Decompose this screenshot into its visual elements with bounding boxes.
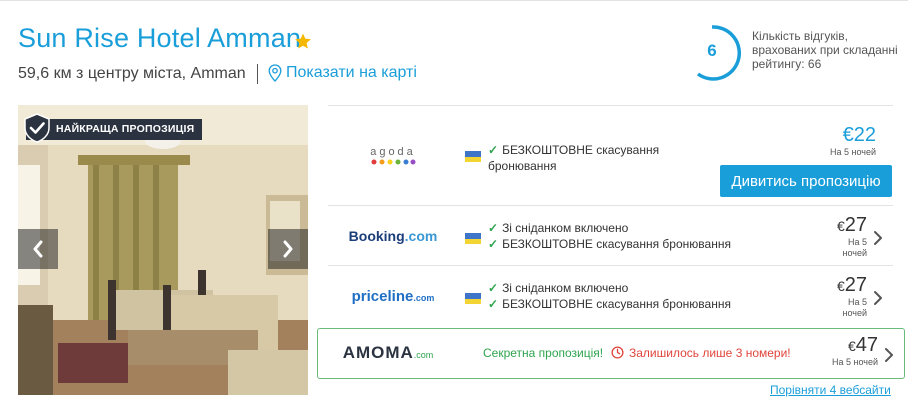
check-icon: ✓ — [488, 221, 499, 235]
show-on-map-link[interactable]: Показати на карті — [268, 64, 417, 82]
clock-icon — [611, 346, 624, 359]
rating-score: 6 — [707, 41, 717, 60]
hotel-card: Sun Rise Hotel Amman 59,6 км з центру мі… — [0, 0, 908, 413]
amoma-logo: AMOMA.com — [342, 343, 434, 362]
feature-free-cancellation: БЕЗКОШТОВНЕ скасування бронювання — [488, 143, 660, 173]
offer-row-amoma[interactable]: AMOMA.com Секретна пропозиція! Залишилос… — [317, 328, 905, 379]
view-offer-button[interactable]: Дивитись пропозицію — [720, 165, 892, 197]
secret-offer-label: Секретна пропозиція! — [483, 346, 604, 360]
price-nights: На 5 — [847, 237, 867, 247]
price-currency: € — [847, 338, 856, 354]
check-icon: ✓ — [488, 281, 499, 295]
offer-row-priceline[interactable]: priceline.com ✓ Зі сніданком включено ✓ БЕ… — [328, 265, 893, 325]
chevron-right-icon[interactable] — [873, 230, 883, 246]
hotel-name[interactable]: Sun Rise Hotel Amman — [18, 23, 301, 54]
price-currency: € — [836, 218, 845, 234]
chevron-right-icon[interactable] — [884, 347, 894, 363]
hotel-photo[interactable] — [18, 105, 308, 395]
map-link-label: Показати на карті — [286, 64, 417, 81]
ukraine-flag-icon — [465, 233, 481, 244]
hotel-room-image — [18, 105, 308, 395]
offer-row-booking[interactable]: Booking.com ✓ Зі сніданком включено ✓ БЕЗК… — [328, 205, 893, 265]
price-nights: На 5 ночей — [831, 357, 878, 367]
price-nights-unit: ночей — [842, 248, 868, 258]
best-offer-badge: НАЙКРАЩА ПРОПОЗИЦІЯ — [24, 113, 203, 143]
rooms-left-warning: Залишилось лише 3 номери! — [629, 346, 791, 360]
location-divider — [257, 64, 258, 84]
star-icon — [295, 33, 311, 49]
offer-features: ✓ Зі сніданком включено ✓ БЕЗКОШТОВНЕ скас… — [488, 220, 731, 252]
checkmark-shield-icon — [24, 113, 50, 143]
feature-breakfast: Зі сніданком включено — [502, 281, 629, 295]
offer-price: €22 На 5 ночей — [830, 124, 876, 158]
price-currency: € — [836, 278, 845, 294]
offer-features: ✓ Зі сніданком включено ✓ БЕЗКОШТОВНЕ скас… — [488, 280, 731, 312]
offer-features: ✓ БЕЗКОШТОВНЕ скасування бронювання — [488, 142, 708, 174]
chevron-left-icon — [33, 240, 43, 258]
feature-breakfast: Зі сніданком включено — [502, 221, 629, 235]
chevron-right-icon[interactable] — [873, 290, 883, 306]
price-nights-unit: ночей — [842, 308, 868, 318]
hotel-location: 59,6 км з центру міста, Amman — [18, 65, 246, 82]
booking-logo: Booking.com — [348, 228, 438, 244]
feature-free-cancellation: БЕЗКОШТОВНЕ скасування бронювання — [502, 237, 731, 251]
price-amount: 47 — [855, 334, 878, 356]
feature-free-cancellation: БЕЗКОШТОВНЕ скасування бронювання — [502, 297, 731, 311]
offer-price: €27 На 5 ночей — [837, 214, 867, 259]
check-icon: ✓ — [488, 297, 499, 311]
compare-websites-link[interactable]: Порівняти 4 вебсайти — [770, 383, 891, 397]
price-amount: 27 — [844, 214, 867, 236]
price-amount: €22 — [842, 124, 876, 146]
ukraine-flag-icon — [465, 293, 481, 304]
photo-prev-button[interactable] — [18, 229, 58, 269]
price-nights: На 5 — [847, 297, 867, 307]
map-pin-icon — [268, 64, 282, 82]
check-icon: ✓ — [488, 237, 499, 251]
price-nights: На 5 ночей — [829, 147, 876, 157]
agoda-logo: agoda — [328, 146, 458, 165]
price-amount: 27 — [844, 274, 867, 296]
chevron-right-icon — [283, 240, 293, 258]
ukraine-flag-icon — [465, 151, 481, 162]
offer-row-agoda[interactable]: agoda ✓ БЕЗКОШТОВНЕ скасування бронювання… — [328, 105, 893, 205]
check-icon: ✓ — [488, 143, 499, 157]
offer-price: €27 На 5 ночей — [837, 274, 867, 319]
priceline-logo: priceline.com — [351, 288, 435, 305]
photo-next-button[interactable] — [268, 229, 308, 269]
reviews-count-text: Кількість відгуків, врахованих при склад… — [752, 29, 898, 71]
offer-price: €47 На 5 ночей — [832, 334, 878, 368]
best-offer-label: НАЙКРАЩА ПРОПОЗИЦІЯ — [26, 118, 203, 140]
